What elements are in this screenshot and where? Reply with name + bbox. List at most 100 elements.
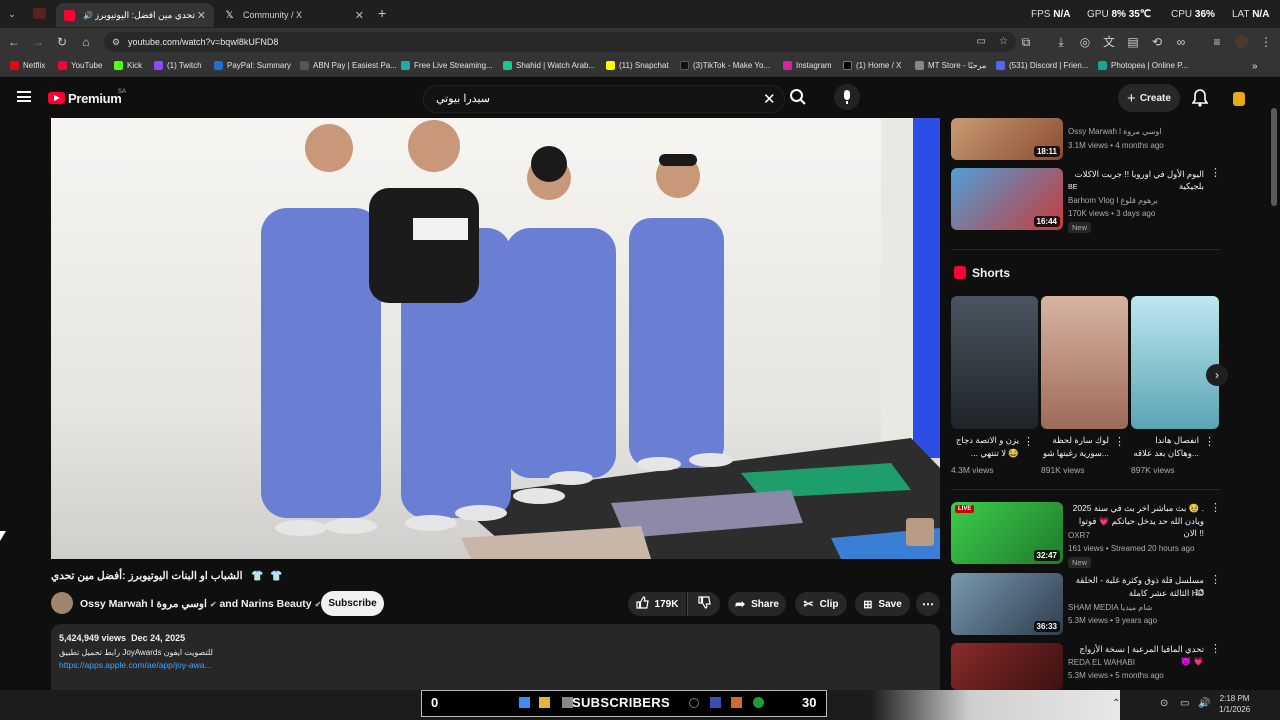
youtube-premium-logo[interactable]: Premium: [68, 91, 122, 106]
subscribe-button[interactable]: Subscribe: [321, 591, 384, 616]
forward-arrow-icon[interactable]: →: [30, 34, 46, 50]
clear-search-icon[interactable]: ✕: [763, 90, 776, 108]
translate-icon[interactable]: 文: [1101, 34, 1117, 50]
tab-community-x[interactable]: 𝕏 Community / X ✕: [216, 3, 372, 27]
channel-names[interactable]: Ossy Marwah l اوسي مروة ✔ and Narins Bea…: [80, 598, 321, 610]
extension-icon[interactable]: ◎: [1077, 34, 1093, 50]
address-bar[interactable]: ⚙ youtube.com/watch?v=bqwl8kUFND8 ▭ ☆: [104, 32, 1016, 52]
voice-search-mic-icon[interactable]: [834, 84, 860, 110]
bookmark-item[interactable]: YouTube: [58, 61, 102, 70]
description-link[interactable]: https://apps.apple.com/ae/app/joy-awa...: [59, 660, 212, 670]
tab-list-chevron-icon[interactable]: ⌄: [4, 6, 20, 22]
shorts-next-arrow-icon[interactable]: ›: [1206, 364, 1228, 386]
channel-name[interactable]: Ossy Marwah l اوسي مروة: [80, 598, 207, 610]
tray-icon[interactable]: ⊙: [1160, 698, 1168, 709]
volume-icon[interactable]: 🔊: [1198, 698, 1210, 709]
more-options-icon[interactable]: ⋮: [1210, 644, 1221, 655]
tray-overflow-icon[interactable]: ⌃: [1112, 698, 1120, 709]
download-icon[interactable]: ⤓: [1053, 34, 1069, 50]
taskbar-app-icon[interactable]: [731, 697, 742, 708]
bookmarks-overflow-icon[interactable]: »: [1252, 61, 1258, 72]
video-thumbnail[interactable]: 18:11: [951, 118, 1063, 160]
reload-icon[interactable]: ↻: [54, 34, 70, 50]
more-options-icon[interactable]: ⋮: [1114, 437, 1125, 448]
description-box[interactable]: 5,424,949 views Dec 24, 2025 رابط تحميل …: [51, 624, 940, 690]
bookmark-item[interactable]: MT Store - مرحبًا: [915, 61, 986, 70]
short-title[interactable]: انفصال هاندا: [1131, 434, 1199, 446]
site-info-icon[interactable]: ⚙: [112, 32, 120, 52]
more-options-icon[interactable]: ⋮: [1210, 168, 1221, 179]
wallet-icon[interactable]: ▤: [1125, 34, 1141, 50]
profile-avatar[interactable]: [1235, 35, 1248, 48]
bookmark-star-icon[interactable]: ☆: [999, 32, 1008, 52]
xbox-icon[interactable]: [753, 697, 764, 708]
youtube-logo-icon[interactable]: [48, 92, 65, 104]
channel-name[interactable]: Barhom Vlog l برهوم فلوغ: [1068, 196, 1158, 205]
short-thumbnail[interactable]: [1041, 296, 1128, 429]
bookmark-item[interactable]: (11) Snapchat: [606, 61, 669, 70]
create-button[interactable]: + Create: [1118, 84, 1180, 112]
tab-close-icon[interactable]: ✕: [355, 9, 364, 22]
save-button[interactable]: ⊞ Save: [855, 592, 910, 616]
channel-avatar[interactable]: [51, 592, 73, 614]
page-scrollbar[interactable]: [1271, 108, 1277, 206]
history-icon[interactable]: ⟲: [1149, 34, 1165, 50]
short-title[interactable]: لوك سارة لحظة: [1041, 434, 1109, 446]
short-title[interactable]: يزن و الاتصة دجاج: [951, 434, 1019, 446]
bookmark-item[interactable]: Free Live Streaming...: [401, 61, 493, 70]
bookmark-item[interactable]: (531) Discord | Frien...: [996, 61, 1088, 70]
browser-menu-icon[interactable]: ⋮: [1258, 34, 1274, 50]
channel-name[interactable]: Ossy Marwah l اوسي مروة: [1068, 127, 1162, 136]
bookmark-item[interactable]: ABN Pay | Easiest Pa...: [300, 61, 397, 70]
more-options-icon[interactable]: ⋮: [1210, 503, 1221, 514]
clip-button[interactable]: ✂ Clip: [795, 592, 847, 616]
dislike-button[interactable]: [687, 592, 720, 616]
search-icon[interactable]: [789, 88, 813, 108]
search-input[interactable]: سيدرا بيوتي: [423, 85, 785, 113]
channel-name[interactable]: REDA EL WAHABI: [1068, 658, 1135, 667]
notifications-bell-icon[interactable]: [1191, 89, 1209, 110]
more-options-icon[interactable]: ⋮: [1210, 575, 1221, 586]
windows-start-icon[interactable]: [519, 697, 530, 708]
video-thumbnail[interactable]: 16:44: [951, 168, 1063, 230]
cast-icon[interactable]: ▭: [977, 32, 986, 52]
clock[interactable]: 2:18 PM 1/1/2026: [1219, 693, 1250, 715]
short-thumbnail[interactable]: [951, 296, 1038, 429]
share-button[interactable]: ➦ Share: [728, 592, 786, 616]
bookmark-item[interactable]: Netflix: [10, 61, 45, 70]
video-thumbnail[interactable]: [951, 643, 1063, 690]
short-thumbnail[interactable]: [1131, 296, 1219, 429]
video-thumbnail[interactable]: 36:33: [951, 573, 1063, 635]
hamburger-menu-icon[interactable]: [17, 91, 31, 102]
channel-name[interactable]: SHAM MEDIA شام ميديا: [1068, 603, 1152, 612]
pinned-tab-icon[interactable]: [33, 8, 46, 19]
collab-channel-name[interactable]: and Narins Beauty: [219, 598, 311, 610]
bookmark-item[interactable]: Kick: [114, 61, 142, 70]
back-arrow-icon[interactable]: ←: [6, 34, 22, 50]
account-avatar[interactable]: [1233, 92, 1245, 106]
taskbar-app-icon[interactable]: [710, 697, 721, 708]
video-player[interactable]: [51, 118, 940, 559]
channel-name[interactable]: OXR7: [1068, 531, 1090, 540]
file-explorer-icon[interactable]: [539, 697, 550, 708]
bookmark-item[interactable]: PayPal: Summary: [214, 61, 291, 70]
bookmark-item[interactable]: Instagram: [783, 61, 832, 70]
tab-close-icon[interactable]: ✕: [197, 9, 206, 22]
bookmark-item[interactable]: (1) Home / X: [843, 61, 901, 70]
taskbar-app-icon[interactable]: [689, 698, 699, 708]
tab-audio-icon[interactable]: 🔊: [83, 11, 93, 20]
like-button[interactable]: 179K: [628, 592, 686, 616]
reading-list-icon[interactable]: ≡: [1209, 34, 1225, 50]
video-thumbnail[interactable]: LIVE 32:47: [951, 502, 1063, 564]
video-title[interactable]: بث مباشر اخر بث في سنة 2025 🥹 .: [1068, 502, 1204, 514]
network-icon[interactable]: ▭: [1180, 698, 1189, 709]
link-icon[interactable]: ∞: [1173, 34, 1189, 50]
tab-youtube[interactable]: 🔊 تحدي مين افضل: اليوتيوبرز ال ✕: [56, 3, 214, 27]
bookmark-item[interactable]: Shahid | Watch Arab...: [503, 61, 595, 70]
more-actions-icon[interactable]: ⋯: [916, 592, 940, 616]
bookmark-item[interactable]: Photopea | Online P...: [1098, 61, 1188, 70]
extensions-icon[interactable]: ⧉: [1018, 34, 1034, 50]
new-tab-icon[interactable]: +: [378, 5, 386, 21]
home-icon[interactable]: ⌂: [78, 34, 94, 50]
video-title[interactable]: اليوم الأول في اوروبا !! جربت الاكلات بل…: [1068, 168, 1204, 192]
